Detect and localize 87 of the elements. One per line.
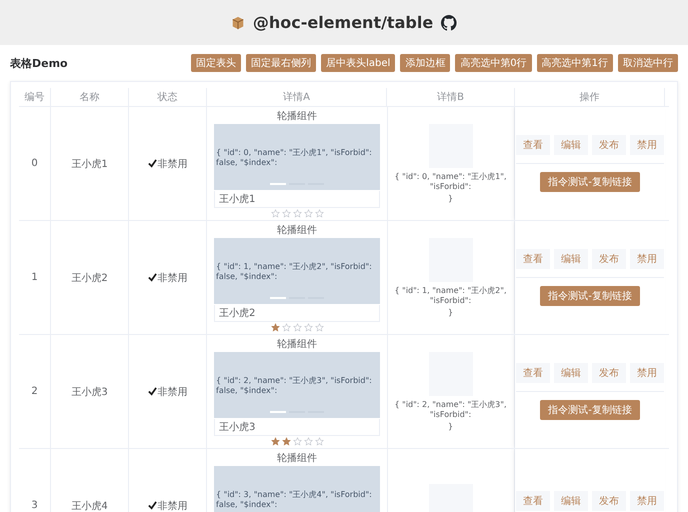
carousel-caption: 王小虎1	[214, 191, 380, 208]
carousel-indicator[interactable]	[270, 297, 286, 299]
slide-text: { "id": 1, "name": "王小虎2", "isForbid": false, "$index":	[216, 261, 373, 281]
carousel-label: 轮播组件	[277, 224, 317, 237]
toolbar-button[interactable]: 添加边框	[400, 54, 450, 72]
star-icon[interactable]	[304, 209, 312, 218]
column-header: 名称	[51, 88, 129, 106]
section-title: 表格Demo	[10, 56, 68, 70]
slide-text: { "id": 0, "name": "王小虎1", "isForbid": false, "$index":	[216, 147, 373, 167]
star-icon[interactable]	[304, 323, 312, 332]
toolbar-button[interactable]: 取消选中行	[618, 54, 678, 72]
detail-text: }	[448, 194, 454, 203]
carousel-indicator[interactable]	[270, 183, 286, 185]
detail-text: }	[448, 308, 454, 317]
action-button[interactable]: 禁用	[630, 249, 664, 269]
page-title: @hoc-element/table	[252, 13, 434, 32]
column-header: 编号	[19, 88, 51, 106]
toolbar-button[interactable]: 固定表头	[191, 54, 242, 72]
action-button[interactable]: 发布	[592, 135, 626, 155]
carousel-label: 轮播组件	[277, 110, 317, 123]
detail-text: { "id": 0, "name": "王小虎1", "isForbid":	[394, 171, 508, 191]
slide-text: { "id": 3, "name": "王小虎4", "isForbid": false, "$index":	[216, 489, 373, 509]
action-button[interactable]: 禁用	[630, 363, 664, 383]
command-button[interactable]: 指令测试-复制链接	[540, 286, 640, 306]
status-text: 非禁用	[158, 158, 188, 170]
action-button[interactable]: 查看	[516, 135, 550, 155]
star-icon[interactable]	[282, 209, 290, 218]
star-icon[interactable]	[282, 437, 290, 446]
toolbar-button[interactable]: 高亮选中第1行	[536, 54, 613, 72]
action-button[interactable]: 查看	[516, 249, 550, 269]
check-icon	[148, 273, 156, 282]
action-button[interactable]: 禁用	[630, 491, 664, 511]
slide-text: { "id": 2, "name": "王小虎3", "isForbid": false, "$index":	[216, 375, 373, 395]
action-button[interactable]: 发布	[592, 249, 626, 269]
carousel-caption: 王小虎3	[214, 419, 380, 436]
action-button[interactable]: 编辑	[554, 135, 588, 155]
status-text: 非禁用	[158, 386, 188, 398]
check-icon	[148, 387, 156, 396]
check-icon	[148, 159, 156, 168]
table-cell: 0	[19, 107, 51, 220]
detail-text: { "id": 1, "name": "王小虎2", "isForbid":	[394, 285, 508, 305]
action-button[interactable]: 编辑	[554, 363, 588, 383]
table-cell: 王小虎3	[51, 335, 129, 448]
star-icon[interactable]	[314, 209, 324, 218]
star-icon[interactable]	[292, 437, 302, 446]
star-icon[interactable]	[292, 323, 302, 332]
star-icon[interactable]	[304, 437, 312, 446]
star-icon[interactable]	[270, 323, 280, 332]
status-text: 非禁用	[158, 272, 188, 284]
column-header: 详情B	[387, 88, 515, 106]
column-header: 详情A	[207, 88, 387, 106]
toolbar-button[interactable]: 高亮选中第0行	[455, 54, 532, 72]
table-cell: 王小虎4	[51, 449, 129, 512]
star-icon[interactable]	[314, 437, 324, 446]
column-header: 操作	[515, 88, 665, 106]
table-cell: 1	[19, 221, 51, 334]
carousel-caption: 王小虎2	[214, 305, 380, 322]
table-cell: 3	[19, 449, 51, 512]
action-button[interactable]: 编辑	[554, 491, 588, 511]
star-icon[interactable]	[282, 323, 290, 332]
action-button[interactable]: 禁用	[630, 135, 664, 155]
check-icon	[148, 501, 156, 510]
carousel-label: 轮播组件	[277, 338, 317, 351]
status-text: 非禁用	[158, 500, 188, 512]
star-icon[interactable]	[270, 437, 280, 446]
action-button[interactable]: 发布	[592, 363, 626, 383]
action-button[interactable]: 发布	[592, 491, 626, 511]
star-icon[interactable]	[292, 209, 302, 218]
command-button[interactable]: 指令测试-复制链接	[540, 172, 640, 192]
table-cell: 2	[19, 335, 51, 448]
toolbar-button[interactable]: 居中表头label	[321, 54, 396, 72]
command-button[interactable]: 指令测试-复制链接	[540, 400, 640, 420]
package-icon	[230, 16, 245, 30]
table-cell: 王小虎1	[51, 107, 129, 220]
star-icon[interactable]	[270, 209, 280, 218]
github-icon[interactable]	[441, 14, 458, 30]
action-button[interactable]: 编辑	[554, 249, 588, 269]
detail-text: }	[448, 422, 454, 431]
carousel-indicator[interactable]	[270, 411, 286, 413]
table-cell: 王小虎2	[51, 221, 129, 334]
column-header: 状态	[129, 88, 207, 106]
action-button[interactable]: 查看	[516, 491, 550, 511]
toolbar-button[interactable]: 固定最右侧列	[246, 54, 316, 72]
detail-text: { "id": 2, "name": "王小虎3", "isForbid":	[394, 399, 508, 419]
star-icon[interactable]	[314, 323, 324, 332]
action-button[interactable]: 查看	[516, 363, 550, 383]
carousel-label: 轮播组件	[277, 452, 317, 465]
